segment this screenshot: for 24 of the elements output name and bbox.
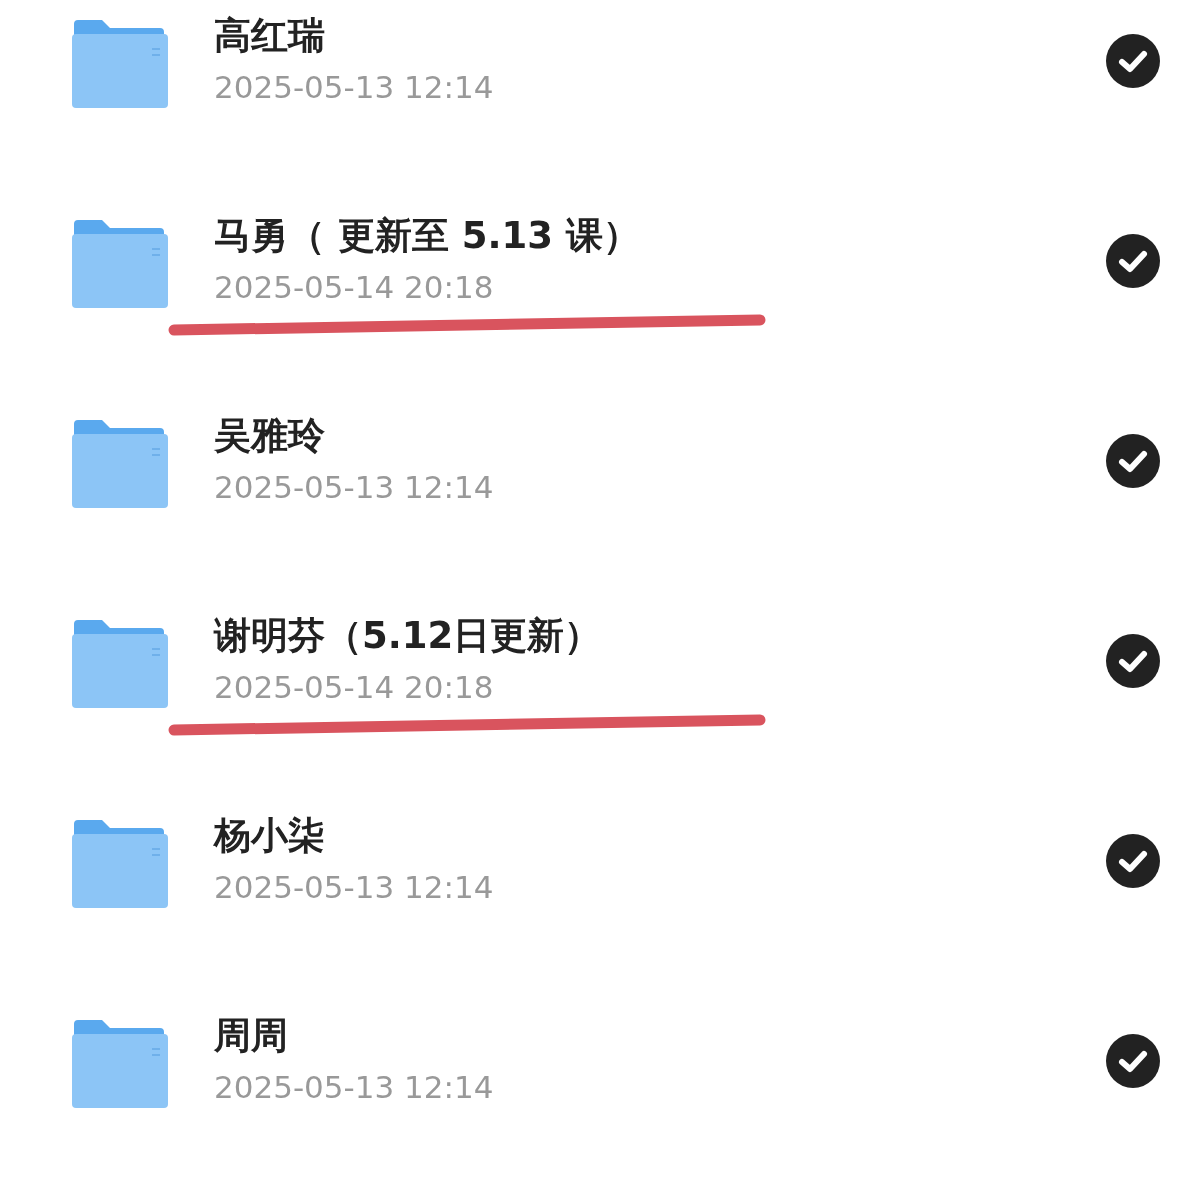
checkbox[interactable] [1106, 434, 1160, 488]
modified-date: 2025-05-14 20:18 [214, 668, 495, 707]
folder-name: 杨小柒 [214, 813, 326, 859]
modified-date: 2025-05-14 20:18 [214, 268, 495, 307]
checkbox[interactable] [1106, 1034, 1160, 1088]
folder-icon [72, 818, 168, 908]
folder-icon [72, 18, 168, 108]
checkbox[interactable] [1106, 634, 1160, 688]
folder-name: 吴雅玲 [214, 413, 326, 459]
folder-icon [72, 618, 168, 708]
checkbox[interactable] [1106, 34, 1160, 88]
modified-date: 2025-05-13 12:14 [214, 468, 495, 507]
folder-name: 周周 [214, 1013, 289, 1059]
modified-date: 2025-05-13 12:14 [214, 68, 495, 107]
folder-name: 高红瑞 [214, 13, 326, 59]
modified-date: 2025-05-13 12:14 [214, 868, 495, 907]
folder-name: 谢明芬（5.12日更新） [214, 613, 603, 659]
modified-date: 2025-05-13 12:14 [214, 1068, 495, 1107]
checkbox[interactable] [1106, 234, 1160, 288]
folder-name: 马勇（ 更新至 5.13 课） [214, 213, 641, 259]
folder-icon [72, 218, 168, 308]
folder-icon [72, 418, 168, 508]
checkbox[interactable] [1106, 834, 1160, 888]
folder-icon [72, 1018, 168, 1108]
